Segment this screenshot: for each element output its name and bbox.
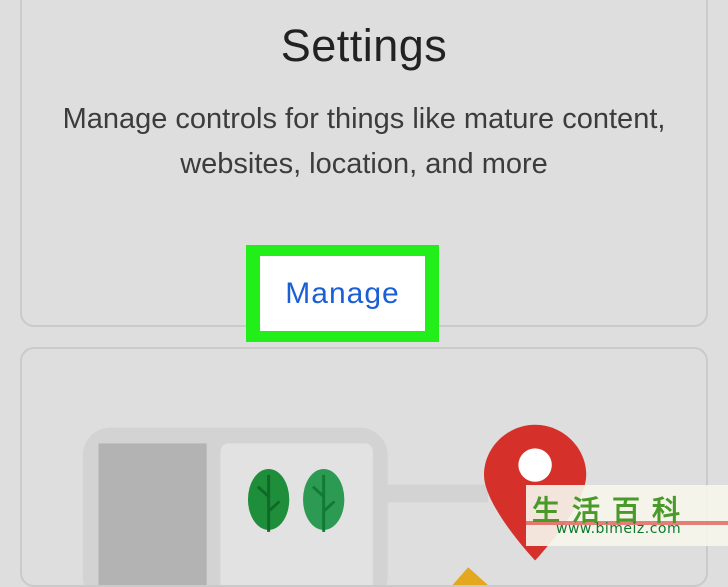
manage-button-highlight: Manage — [246, 245, 439, 342]
road — [379, 484, 488, 503]
building-roof — [452, 567, 488, 585]
settings-description: Manage controls for things like mature c… — [62, 103, 666, 180]
watermark: 生活百科 www.bimeiz.com — [526, 485, 728, 546]
settings-title: Settings — [280, 20, 448, 71]
tree-panel — [220, 443, 373, 585]
maps-illustration — [82, 424, 587, 585]
maps-card[interactable] — [20, 347, 708, 587]
watermark-url: www.bimeiz.com — [556, 521, 682, 537]
manage-button[interactable]: Manage — [260, 256, 425, 331]
building-icon — [98, 443, 207, 585]
